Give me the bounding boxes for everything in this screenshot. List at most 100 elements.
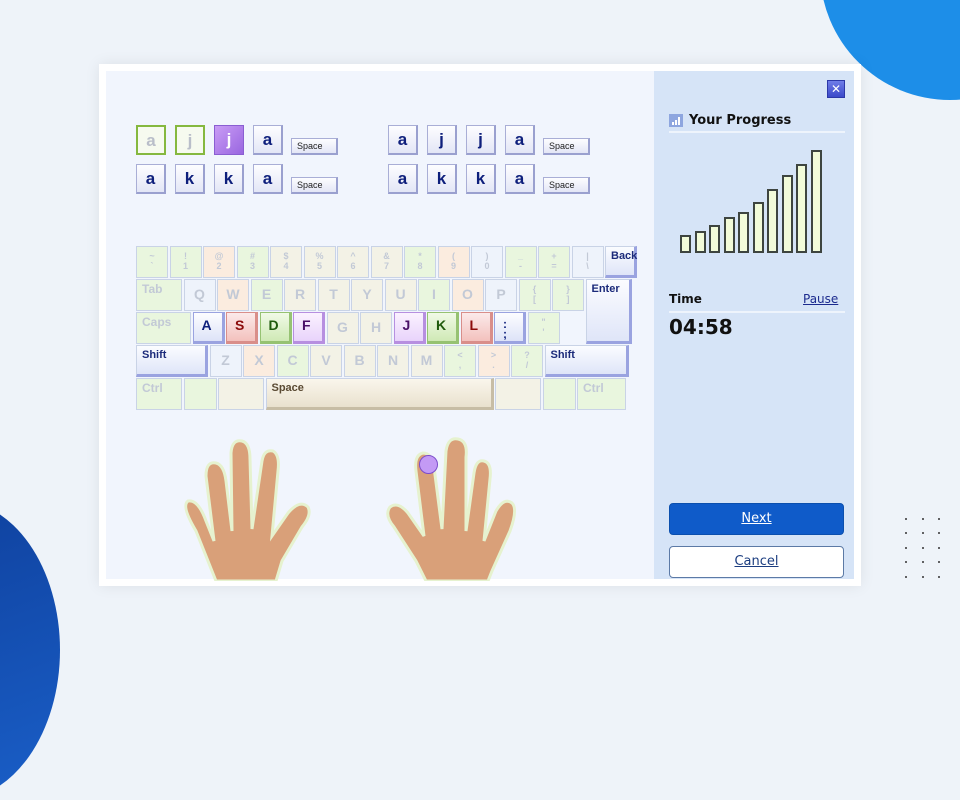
drill-key-done: j	[175, 125, 205, 155]
key-blank	[218, 378, 264, 410]
drill-key-pending: a	[136, 164, 166, 194]
key-ctrl: Ctrl	[577, 378, 626, 410]
drill-space-key: Space	[291, 177, 338, 194]
cancel-button[interactable]: Cancel	[669, 546, 844, 578]
key-t: T	[317, 279, 350, 311]
key-shift: Shift	[544, 345, 629, 377]
time-label: Time	[669, 292, 702, 306]
key-m: M	[410, 345, 443, 377]
key-#3: # 3	[236, 246, 269, 278]
key-r: R	[284, 279, 316, 311]
progress-bar-6	[752, 202, 764, 253]
key-b: B	[343, 345, 376, 377]
key-i: I	[418, 279, 450, 311]
key-n: N	[377, 345, 409, 377]
key-<,: < ,	[444, 345, 476, 377]
key-{[: { [	[518, 279, 551, 311]
drill-key-pending: a	[505, 125, 535, 155]
progress-sidebar: ✕ Your Progress Time Pause 04:58 Next Ca…	[654, 71, 854, 579]
progress-bar-10	[810, 150, 822, 253]
progress-bar-3	[709, 225, 720, 253]
active-finger-marker	[419, 455, 438, 474]
drill-key-pending: j	[427, 125, 457, 155]
decorative-circle-bottom-left	[0, 500, 60, 800]
right-hand	[386, 437, 517, 581]
key-d: D	[259, 312, 292, 344]
key-shift: Shift	[136, 345, 208, 377]
progress-bar-5	[738, 212, 749, 253]
key-q: Q	[183, 279, 216, 311]
key-a: A	[192, 312, 225, 344]
pause-link[interactable]: Pause	[803, 292, 838, 306]
key-"': " '	[527, 312, 560, 344]
key-@2: @ 2	[203, 246, 235, 278]
key-)0: ) 0	[471, 246, 503, 278]
key-blank	[183, 378, 217, 410]
key-u: U	[384, 279, 417, 311]
key-space: Space	[265, 378, 494, 410]
progress-bar-7	[767, 189, 778, 253]
drill-key-pending: k	[466, 164, 496, 194]
key-(9: ( 9	[437, 246, 470, 278]
drill-key-pending: a	[253, 164, 283, 194]
drill-key-current: j	[214, 125, 244, 155]
bar-chart-icon	[669, 114, 683, 127]
key-!1: ! 1	[169, 246, 202, 278]
key-tab: Tab	[136, 279, 182, 311]
decorative-dot-grid	[905, 518, 955, 590]
drill-key-pending: j	[466, 125, 496, 155]
progress-bar-8	[781, 175, 793, 253]
key-:;: : ;	[494, 312, 526, 344]
key-f: F	[293, 312, 325, 344]
keyboard: ~ `! 1 @ 2 # 3 $ 4% 5 ^ 6 & 7 * 8( 9) 0 _ - + = |…	[136, 246, 637, 416]
lesson-area: a j j a Space a k k a Space a j j a Space a k k a Space ~ `…	[106, 71, 654, 581]
key-%5: % 5	[303, 246, 336, 278]
progress-bar-9	[796, 164, 807, 253]
drill-space-key: Space	[543, 177, 590, 194]
progress-chart	[680, 141, 830, 253]
drill-space-key: Space	[543, 138, 590, 155]
progress-bar-4	[723, 217, 735, 253]
progress-bar-1	[680, 235, 691, 253]
key-v: V	[310, 345, 342, 377]
key-ctrl: Ctrl	[136, 378, 182, 410]
key-&7: & 7	[370, 246, 403, 278]
key-+=: + =	[538, 246, 570, 278]
close-icon[interactable]: ✕	[827, 80, 845, 98]
key-^6: ^ 6	[337, 246, 369, 278]
hands-illustration	[184, 437, 517, 581]
key-w: W	[217, 279, 249, 311]
key->.: > .	[477, 345, 510, 377]
key-x: X	[243, 345, 275, 377]
key-y: Y	[351, 279, 383, 311]
key-g: G	[326, 312, 359, 344]
key-?/: ? /	[511, 345, 543, 377]
drill-space-key: Space	[291, 138, 338, 155]
key-c: C	[276, 345, 309, 377]
drill-key-pending: k	[175, 164, 205, 194]
key-h: H	[360, 312, 392, 344]
key-|\: | \	[571, 246, 604, 278]
key-caps: Caps	[136, 312, 191, 344]
drill-key-done: a	[136, 125, 166, 155]
key-_-: _ -	[504, 246, 537, 278]
next-button-label: Next	[741, 511, 772, 526]
key-}]: } ]	[552, 279, 584, 311]
progress-header: Your Progress	[669, 113, 845, 133]
key-blank	[542, 378, 576, 410]
typing-tutor-window: a j j a Space a k k a Space a j j a Space a k k a Space ~ `…	[99, 64, 861, 586]
left-hand	[184, 439, 311, 581]
key-l: L	[460, 312, 493, 344]
key-back: Back	[605, 246, 637, 278]
key-o: O	[451, 279, 484, 311]
divider	[669, 311, 845, 313]
time-remaining: 04:58	[669, 315, 733, 339]
drill-key-pending: a	[505, 164, 535, 194]
progress-bar-2	[694, 231, 706, 253]
key-*8: * 8	[404, 246, 436, 278]
key-z: Z	[209, 345, 242, 377]
progress-title: Your Progress	[689, 113, 792, 128]
drill-key-pending: k	[214, 164, 244, 194]
drill-key-pending: a	[253, 125, 283, 155]
next-button[interactable]: Next	[669, 503, 844, 535]
